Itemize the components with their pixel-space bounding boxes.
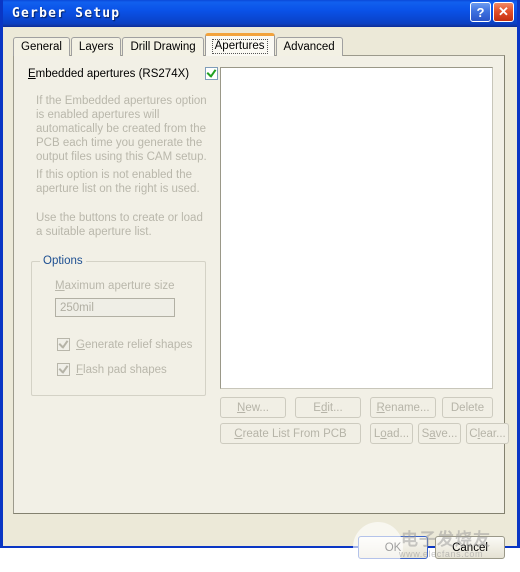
aperture-list[interactable] [220,67,493,389]
checkmark-icon [58,364,69,375]
tab-strip: General Layers Drill Drawing Apertures A… [13,33,344,56]
create-list-from-pcb-label: Create List From PCB [234,427,347,440]
description-paragraph-1: If the Embedded apertures option is enab… [36,95,207,163]
embedded-apertures-label: Embedded apertures (RS274X) [28,67,190,80]
max-aperture-size-input[interactable] [55,298,175,317]
apertures-tab-panel: Embedded apertures (RS274X) If the Embed… [13,55,509,514]
tab-advanced-label: Advanced [283,41,335,53]
new-aperture-button[interactable]: New... [220,397,286,418]
tab-apertures-label: Apertures [211,38,268,54]
dialog-client-area: General Layers Drill Drawing Apertures A… [3,27,517,572]
checkmark-icon [206,68,217,79]
edit-aperture-label: Edit... [313,401,343,414]
embedded-apertures-checkbox[interactable] [205,67,218,80]
rename-aperture-button[interactable]: Rename... [370,397,436,418]
description-paragraph-3: Use the buttons to create or load a suit… [36,212,203,238]
load-list-button[interactable]: Load... [370,423,413,444]
create-list-from-pcb-button[interactable]: Create List From PCB [220,423,361,444]
tab-layers-label: Layers [78,41,114,53]
close-icon[interactable]: ✕ [493,2,514,22]
generate-relief-shapes-row[interactable]: Generate relief shapes [57,338,192,351]
options-group: Options Maximum aperture size Generate r… [31,255,206,396]
description-paragraph-2: If this option is not enabled the apertu… [36,169,200,195]
checkmark-icon [58,339,69,350]
clear-list-button[interactable]: Clear... [466,423,509,444]
save-list-label: Save... [421,427,458,440]
tab-apertures[interactable]: Apertures [204,33,275,56]
tab-drill-drawing-label: Drill Drawing [130,41,196,53]
new-aperture-label: New... [237,401,269,414]
tab-layers[interactable]: Layers [70,37,122,56]
flash-pad-shapes-checkbox[interactable] [57,363,70,376]
title-bar: Gerber Setup ? ✕ [3,0,517,27]
max-aperture-size-label: Maximum aperture size [55,280,175,292]
load-list-label: Load... [373,427,410,440]
embedded-apertures-row[interactable]: Embedded apertures (RS274X) [28,67,218,80]
clear-list-label: Clear... [469,427,506,440]
tab-general[interactable]: General [13,37,70,56]
window-title: Gerber Setup [12,5,121,21]
tab-general-label: General [21,41,62,53]
title-bar-buttons: ? ✕ [470,2,514,22]
save-list-button[interactable]: Save... [418,423,461,444]
gerber-setup-dialog: Gerber Setup ? ✕ General Layers Drill Dr… [0,0,520,572]
generate-relief-shapes-label: Generate relief shapes [76,338,193,351]
generate-relief-shapes-checkbox[interactable] [57,338,70,351]
flash-pad-shapes-label: Flash pad shapes [76,363,167,376]
tab-drill-drawing[interactable]: Drill Drawing [122,37,204,56]
edit-aperture-button[interactable]: Edit... [295,397,361,418]
tab-advanced[interactable]: Advanced [275,37,343,56]
delete-aperture-button[interactable]: Delete [442,397,493,418]
help-icon[interactable]: ? [470,2,491,22]
options-group-title: Options [40,255,86,267]
rename-aperture-label: Rename... [376,401,430,414]
flash-pad-shapes-row[interactable]: Flash pad shapes [57,363,167,376]
